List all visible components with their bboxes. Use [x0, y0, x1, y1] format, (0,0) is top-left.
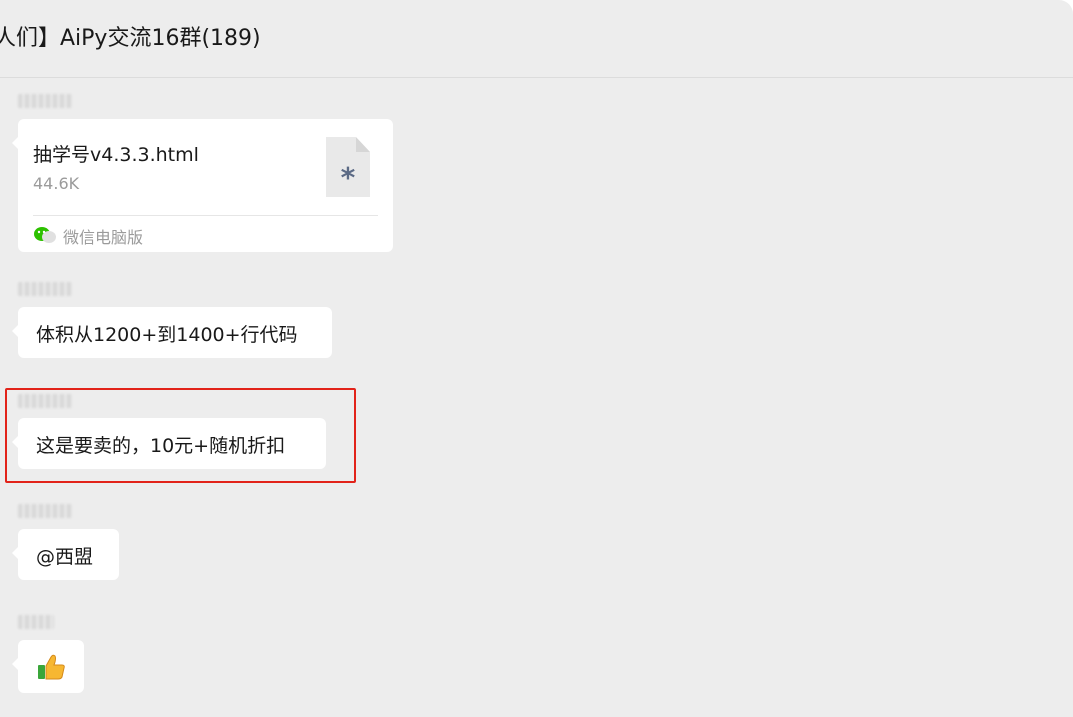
file-message-bubble[interactable]: 抽学号v4.3.3.html 44.6K * 微信电脑版 [12, 119, 393, 252]
divider [33, 215, 378, 216]
file-size: 44.6K [33, 174, 80, 193]
sender-name-blurred [18, 394, 72, 408]
wechat-icon [34, 227, 56, 243]
sender-name-blurred [18, 615, 54, 629]
text-message-bubble[interactable]: 这是要卖的，10元+随机折扣 [12, 418, 326, 469]
file-name: 抽学号v4.3.3.html [33, 144, 199, 166]
chat-title: 人们】AiPy交流16群(189) [0, 26, 261, 51]
sender-name-blurred [18, 94, 72, 108]
sender-name-blurred [18, 504, 72, 518]
emoji-message-bubble[interactable] [12, 640, 84, 693]
text-message-bubble[interactable]: @西盟 [12, 529, 119, 580]
file-source-label: 微信电脑版 [63, 228, 144, 247]
message-text: @西盟 [36, 546, 94, 568]
message-text: 体积从1200+到1400+行代码 [36, 324, 298, 346]
chat-header: 人们】AiPy交流16群(189) [0, 0, 1073, 78]
file-icon-glyph: * [340, 161, 356, 194]
file-unknown-icon: * [326, 137, 370, 197]
chat-window: 人们】AiPy交流16群(189) 抽学号v4.3.3.html 44.6K *… [0, 0, 1073, 717]
text-message-bubble[interactable]: 体积从1200+到1400+行代码 [12, 307, 332, 358]
sender-name-blurred [18, 282, 72, 296]
thumbs-up-icon [38, 654, 65, 680]
message-text: 这是要卖的，10元+随机折扣 [36, 435, 286, 457]
